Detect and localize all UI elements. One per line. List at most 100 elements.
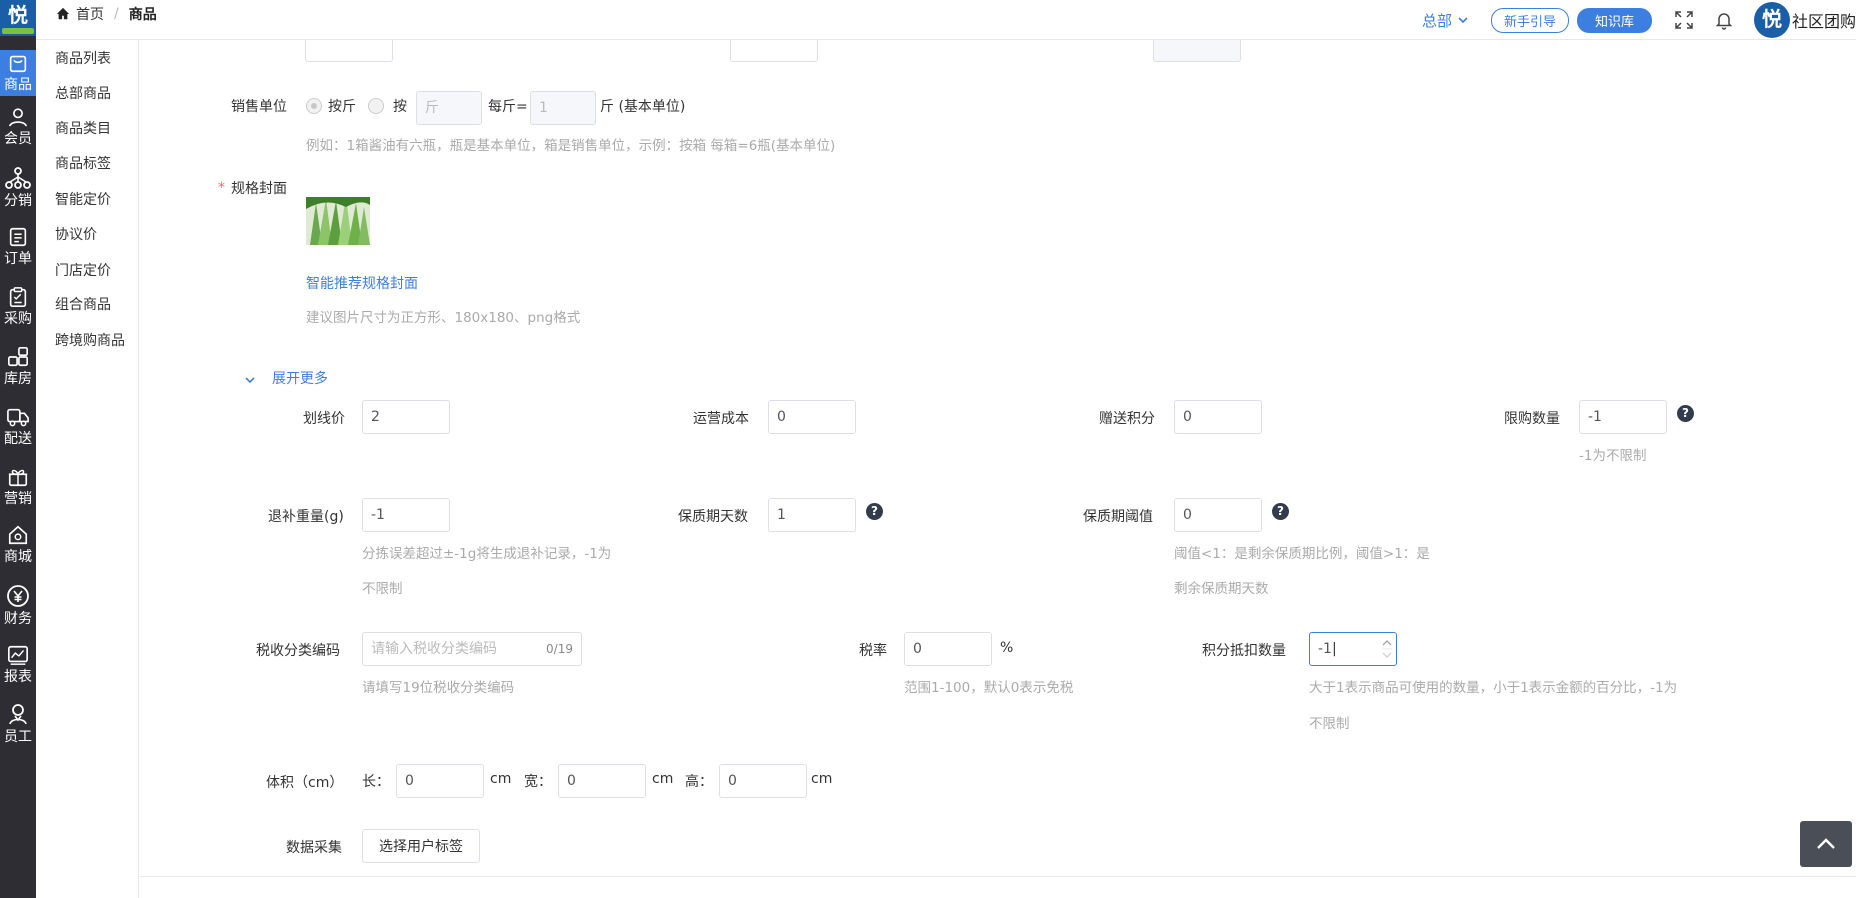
tax-code-input[interactable]: 请输入税收分类编码 0/19 (362, 632, 582, 666)
gift-points-value: 0 (1183, 409, 1192, 425)
select-user-tags-button[interactable]: 选择用户标签 (362, 829, 480, 863)
per-qty-input[interactable]: 1 (530, 91, 596, 125)
width-input[interactable]: 0 (558, 764, 646, 798)
height-unit: cm (811, 771, 833, 787)
subnav-crossborder[interactable]: 跨境购商品 (55, 330, 125, 350)
refund-weight-hint-2: 不限制 (362, 581, 403, 597)
partial-input[interactable] (1153, 40, 1241, 62)
shelf-days-value: 1 (777, 507, 786, 523)
stepper-arrows-icon[interactable] (1382, 636, 1392, 662)
strike-price-input[interactable]: 2 (362, 400, 450, 434)
subnav-hq-goods[interactable]: 总部商品 (55, 83, 111, 103)
points-deduct-label: 积分抵扣数量 (1202, 643, 1286, 659)
points-deduct-hint-2: 不限制 (1309, 716, 1350, 732)
gift-icon (8, 469, 28, 487)
shelf-days-label: 保质期天数 (678, 509, 748, 525)
chart-icon (8, 645, 28, 665)
strike-price-value: 2 (371, 409, 380, 425)
chevron-down-icon[interactable] (244, 374, 256, 386)
knowledge-base-button[interactable]: 知识库 (1576, 7, 1652, 33)
subnav-agreement-price[interactable]: 协议价 (55, 224, 97, 244)
sidebar-item-finance[interactable]: 财务 (0, 584, 36, 630)
sidebar-item-marketing[interactable]: 营销 (0, 466, 36, 512)
width-unit: cm (652, 771, 674, 787)
sidebar-item-member[interactable]: 会员 (0, 106, 36, 152)
length-value: 0 (405, 773, 414, 789)
base-unit-label: 斤 (基本单位) (600, 99, 686, 115)
sale-unit-hint: 例如：1箱酱油有六瓶，瓶是基本单位，箱是销售单位，示例：按箱 每箱=6瓶(基本单… (306, 138, 836, 154)
divider (140, 876, 1856, 877)
subnav-tags[interactable]: 商品标签 (55, 153, 111, 173)
breadcrumb-home[interactable]: 首页 (76, 4, 104, 24)
bell-icon[interactable] (1714, 10, 1734, 30)
sidebar-item-label: 配送 (4, 431, 32, 447)
staff-icon (9, 704, 27, 725)
sale-unit-radio-jin[interactable] (306, 98, 322, 114)
sidebar-item-goods[interactable]: 商品 (0, 50, 36, 96)
yen-icon (7, 585, 29, 607)
shelf-days-input[interactable]: 1 (768, 498, 856, 532)
height-input[interactable]: 0 (719, 764, 807, 798)
sidebar-item-warehouse[interactable]: 库房 (0, 346, 36, 392)
sale-unit-input[interactable]: 斤 (416, 91, 482, 125)
subnav-combo-goods[interactable]: 组合商品 (55, 294, 111, 314)
celery-thumbnail[interactable] (306, 197, 370, 245)
height-label: 高： (685, 774, 713, 790)
refund-weight-hint: 分拣误差超过±-1g将生成退补记录，-1为 (362, 546, 612, 562)
limit-qty-label: 限购数量 (1504, 411, 1560, 427)
clipboard-icon (9, 287, 27, 307)
expand-more-link[interactable]: 展开更多 (272, 368, 328, 388)
shelf-threshold-input[interactable]: 0 (1174, 498, 1262, 532)
hq-dropdown[interactable]: 总部 (1422, 10, 1469, 31)
subnav-goods-list[interactable]: 商品列表 (55, 48, 111, 68)
tax-rate-input[interactable]: 0 (904, 632, 992, 666)
back-to-top-button[interactable] (1800, 821, 1852, 867)
hq-label: 总部 (1421, 11, 1452, 30)
sidebar-item-mall[interactable]: 商城 (0, 524, 36, 570)
length-input[interactable]: 0 (396, 764, 484, 798)
guide-button[interactable]: 新手引导 (1490, 7, 1569, 33)
sidebar-item-purchase[interactable]: 采购 (0, 286, 36, 332)
op-cost-value: 0 (777, 409, 786, 425)
points-deduct-input[interactable]: -1| (1309, 632, 1397, 666)
help-icon[interactable]: ? (1677, 405, 1694, 422)
brand-logo[interactable]: 悦 (0, 0, 36, 36)
subnav-smart-pricing[interactable]: 智能定价 (55, 189, 111, 209)
volume-label: 体积（cm） (266, 775, 344, 791)
user-name[interactable]: 社区团购 (1792, 8, 1856, 32)
limit-qty-input[interactable]: -1 (1579, 400, 1667, 434)
header-actions: 总部 新手引导 知识库 悦 社区团购 (1422, 0, 1856, 40)
sale-unit-radio-custom[interactable] (368, 98, 384, 114)
length-unit: cm (490, 771, 512, 787)
sidebar-item-delivery[interactable]: 配送 (0, 406, 36, 452)
subnav-store-pricing[interactable]: 门店定价 (55, 260, 111, 280)
goods-form: 销售单位 按斤 按 斤 每斤= 1 斤 (基本单位) 例如：1箱酱油有六瓶，瓶是… (140, 40, 1856, 898)
fullscreen-icon[interactable] (1674, 10, 1694, 30)
partial-input[interactable] (305, 40, 393, 62)
help-icon[interactable]: ? (1272, 503, 1289, 520)
sidebar-item-distribution[interactable]: 分销 (0, 166, 36, 212)
recommend-cover-link[interactable]: 智能推荐规格封面 (306, 273, 418, 293)
partial-input[interactable] (730, 40, 818, 62)
sale-unit-label: 销售单位 (231, 99, 287, 115)
logo-char: 悦 (8, 3, 28, 27)
required-mark: * (218, 180, 225, 196)
sidebar-item-order[interactable]: 订单 (0, 226, 36, 272)
refund-weight-input[interactable]: -1 (362, 498, 450, 532)
sidebar-item-report[interactable]: 报表 (0, 644, 36, 690)
op-cost-input[interactable]: 0 (768, 400, 856, 434)
help-icon[interactable]: ? (866, 503, 883, 520)
sidebar-item-staff[interactable]: 员工 (0, 702, 36, 748)
op-cost-label: 运营成本 (693, 411, 749, 427)
per-qty-placeholder: 1 (539, 100, 548, 116)
per-label: 每斤= (488, 99, 528, 115)
chevron-down-icon (1458, 17, 1468, 24)
sidebar-item-label: 分销 (4, 193, 32, 209)
breadcrumb-separator: / (114, 6, 119, 22)
tax-rate-label: 税率 (859, 643, 887, 659)
gift-points-input[interactable]: 0 (1174, 400, 1262, 434)
tax-code-hint: 请填写19位税收分类编码 (362, 680, 515, 696)
avatar[interactable]: 悦 (1753, 2, 1790, 38)
limit-qty-value: -1 (1588, 409, 1602, 425)
subnav-category[interactable]: 商品类目 (55, 118, 111, 138)
